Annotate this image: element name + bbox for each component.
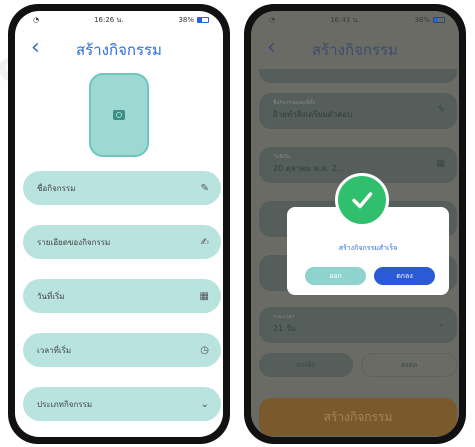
calendar-icon: ▦ [199,290,209,302]
photo-upload-button[interactable] [89,73,149,157]
edit-icon: ✍ [200,236,209,248]
wifi-icon: ◔ [33,16,40,24]
ok-button[interactable]: ตกลง [374,267,435,285]
dimmed-pill-left: ยกเลิก [259,353,353,377]
dialog-buttons: ออก ตกลง [305,267,435,285]
status-right: 38% [178,16,209,24]
phone-right: ◔ 16:43 น. 38% ‹ สร้างกิจกรรม ชื่อกิจกรร… [244,4,466,444]
page: orma ◔ 16:26 น. 38% ‹ สร้างกิจกรรม ชื่อก… [0,0,475,447]
success-message: สร้างกิจกรรมสำเร็จ [338,244,398,252]
field-label: เวลาที่เริ่ม [37,345,72,355]
activity-detail-field[interactable]: รายเอียดของกิจกรรม ✍ [23,225,221,259]
field-label: วันที่เริ่ม [37,291,65,301]
field-small-label: ระยะเวลา [273,314,295,320]
page-title: สร้างกิจกรรม [76,41,162,59]
start-date-field[interactable]: วันที่เริ่ม ▦ [23,279,221,313]
field-small-label: วันที่เริ่ม [273,154,291,160]
pencil-icon: ✎ [437,105,445,115]
wifi-icon: ◔ [269,16,276,24]
field-value: 20 ตุลาคม พ.ศ. 2... [273,164,345,173]
clock-icon: ◷ [200,344,209,356]
field-label: ประเภทกิจกรรม [37,399,93,409]
status-time: 16:26 น. [94,15,124,24]
dimmed-field-top [259,69,457,83]
success-check-icon [335,173,389,227]
exit-button[interactable]: ออก [305,267,366,285]
battery-percent: 38% [178,16,194,24]
dimmed-field-name: ชื่อกิจกรรมและที่ตั้ง ฝ้ายทำสิ่งเตรียมตั… [259,93,457,129]
header: ‹ สร้างกิจกรรม [251,33,459,67]
header: ‹ สร้างกิจกรรม [15,33,223,67]
field-value: ฝ้ายทำสิ่งเตรียมตัวสอบ [273,110,353,119]
status-bar: ◔ 16:43 น. 38% [251,11,459,29]
field-label: รายเอียดของกิจกรรม [37,237,111,247]
dimmed-submit-button: สร้างกิจกรรม [259,398,457,436]
field-value: 21 วัน [273,324,296,333]
checkmark-icon [352,192,373,209]
phone-left: ◔ 16:26 น. 38% ‹ สร้างกิจกรรม ชื่อกิจกรร… [8,4,230,444]
field-small-label: ชื่อกิจกรรมและที่ตั้ง [273,100,316,106]
calendar-icon: ▦ [436,159,445,169]
dimmed-field-duration: ระยะเวลา 21 วัน ⌄ [259,307,457,343]
battery-icon [433,17,445,23]
screen-create-activity: ◔ 16:26 น. 38% ‹ สร้างกิจกรรม ชื่อกิจกรร… [15,11,223,437]
activity-type-select[interactable]: ประเภทกิจกรรม ⌄ [23,387,221,421]
dropdown-icon: ⌄ [200,398,209,410]
dimmed-pill-right: ส่งต่อ [361,353,457,377]
page-title: สร้างกิจกรรม [312,41,398,59]
pencil-icon: ✎ [200,182,209,194]
status-time: 16:43 น. [330,15,360,24]
field-label: ชื่อกิจกรรม [37,183,76,193]
screen-success-dialog: ◔ 16:43 น. 38% ‹ สร้างกิจกรรม ชื่อกิจกรร… [251,11,459,437]
dimmed-pill-row: ยกเลิก ส่งต่อ [259,353,457,377]
status-right: 38% [414,16,445,24]
camera-icon [113,110,125,120]
start-time-field[interactable]: เวลาที่เริ่ม ◷ [23,333,221,367]
activity-name-field[interactable]: ชื่อกิจกรรม ✎ [23,171,221,205]
battery-icon [197,17,209,23]
status-bar: ◔ 16:26 น. 38% [15,11,223,29]
battery-percent: 38% [414,16,430,24]
dropdown-icon: ⌄ [437,319,445,329]
